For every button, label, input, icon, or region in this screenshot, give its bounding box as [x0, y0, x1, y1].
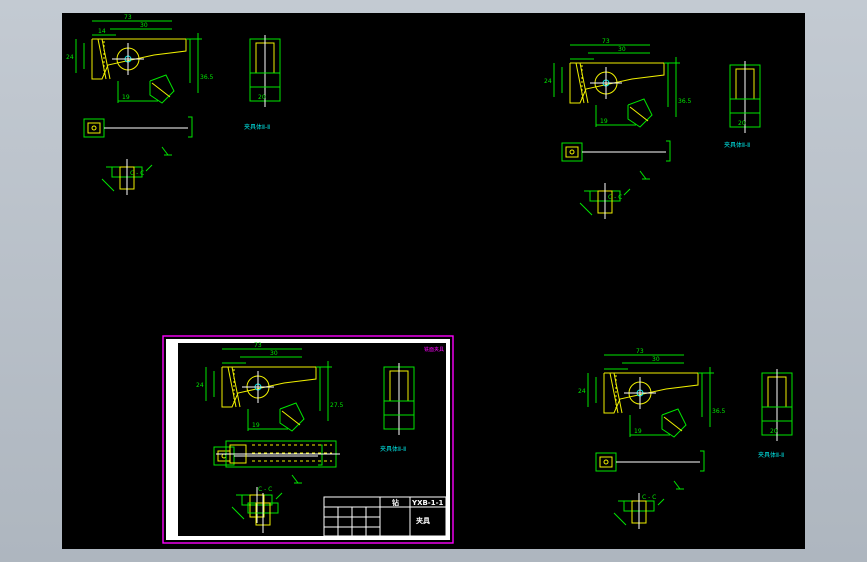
dim-36: 36.5	[200, 74, 214, 81]
dim-73: 73	[602, 38, 610, 45]
dim-36: 36.5	[678, 98, 692, 105]
dim-27: 27.5	[330, 402, 344, 409]
section-label: C - C	[642, 494, 656, 501]
frame-section-label: C - C	[258, 486, 272, 493]
title-code: YXB-1-1	[411, 499, 443, 507]
section-label: C - C	[608, 194, 622, 201]
dim-19: 19	[252, 422, 260, 429]
title-name: 夹具	[416, 516, 430, 525]
view-top-right: 73 30 24 19 36.5 C - C 20 夹具体Ⅱ-Ⅱ	[544, 38, 761, 220]
cad-canvas[interactable]: 73 30 14 24 19 36.5 C - C 20 夹具体Ⅱ-Ⅱ 73 3…	[62, 13, 805, 549]
view-label: 夹具体Ⅱ-Ⅱ	[244, 123, 270, 131]
dim-19: 19	[600, 118, 608, 125]
dim-30: 30	[618, 46, 626, 53]
view-top-left: 73 30 14 24 19 36.5 C - C 20 夹具体Ⅱ-Ⅱ	[66, 14, 281, 196]
dim-73: 73	[254, 342, 262, 349]
cad-drawing-viewport[interactable]: 73 30 14 24 19 36.5 C - C 20 夹具体Ⅱ-Ⅱ 73 3…	[62, 13, 805, 549]
dim-24: 24	[578, 388, 586, 395]
dim-30: 30	[652, 356, 660, 363]
dim-36: 36.5	[712, 408, 726, 415]
view-label: 夹具体Ⅱ-Ⅱ	[758, 451, 784, 459]
drawing-sheet-frame[interactable]: 铣面夹具 73 30 24 19 27.5 夹具体Ⅱ-Ⅱ C - C 钻 YXB…	[162, 335, 454, 544]
title-short: 钻	[392, 498, 399, 507]
view-label: 夹具体Ⅱ-Ⅱ	[724, 141, 750, 149]
section-label: C - C	[130, 170, 144, 177]
dim-19: 19	[122, 94, 130, 101]
dim-20: 20	[258, 94, 266, 101]
view-bottom-right: 73 30 24 19 36.5 C - C 20 夹具体Ⅱ-Ⅱ	[578, 348, 793, 530]
frame-tag: 铣面夹具	[424, 346, 444, 353]
dim-19: 19	[634, 428, 642, 435]
dim-24: 24	[66, 54, 74, 61]
dim-20: 20	[770, 428, 778, 435]
dim-24: 24	[196, 382, 204, 389]
dim-73: 73	[636, 348, 644, 355]
dim-30: 30	[140, 22, 148, 29]
frame-view-label: 夹具体Ⅱ-Ⅱ	[380, 445, 406, 453]
dim-73: 73	[124, 14, 132, 21]
dim-30: 30	[270, 350, 278, 357]
dim-14: 14	[98, 28, 106, 35]
dim-24: 24	[544, 78, 552, 85]
dim-20: 20	[738, 120, 746, 127]
